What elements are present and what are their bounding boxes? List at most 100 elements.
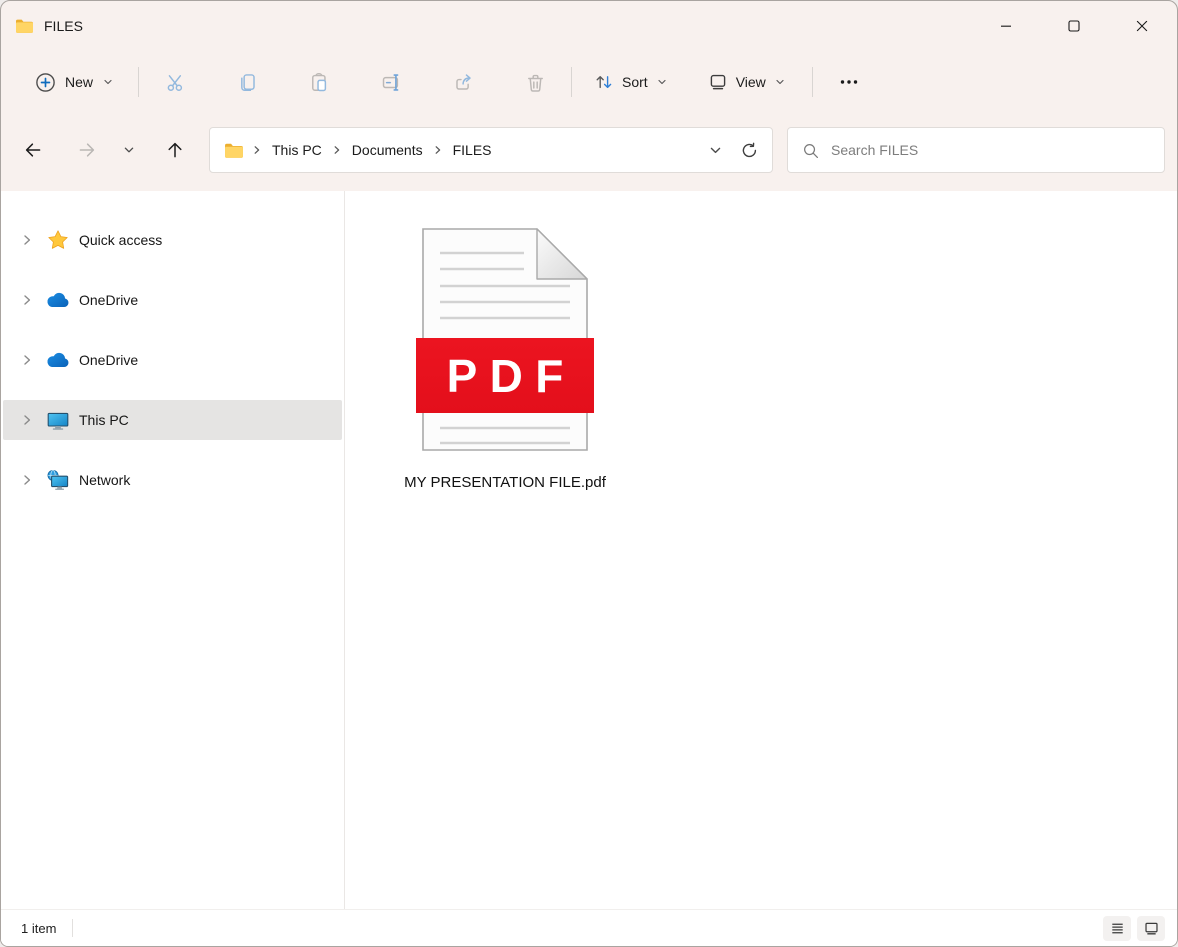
copy-icon — [240, 73, 255, 91]
item-count: 1 item — [21, 920, 57, 936]
thumbnails-view-icon — [1144, 922, 1158, 934]
delete-trash-icon — [527, 74, 543, 92]
address-dropdown-button[interactable] — [698, 133, 732, 167]
close-icon — [1136, 20, 1148, 32]
details-view-button[interactable] — [1103, 915, 1131, 941]
file-name-label: MY PRESENTATION FILE.pdf — [404, 474, 606, 491]
breadcrumb-segment-documents[interactable]: Documents — [350, 138, 425, 162]
sort-button-label: Sort — [622, 74, 648, 90]
close-button[interactable] — [1119, 6, 1165, 46]
view-toggles — [1103, 915, 1165, 941]
file-item-pdf[interactable]: PDF MY PRESENTATION FILE.pdf — [404, 228, 606, 491]
folder-icon — [15, 18, 34, 34]
breadcrumb-segment-files[interactable]: FILES — [451, 138, 494, 162]
view-button-label: View — [735, 74, 766, 90]
forward-button[interactable] — [67, 130, 107, 170]
network-globe-icon — [45, 469, 71, 491]
more-dots-icon — [840, 80, 857, 84]
sidebar-item-label: Quick access — [79, 232, 163, 248]
cut-button[interactable] — [155, 62, 195, 102]
window-title: FILES — [44, 18, 83, 34]
forward-arrow-icon — [79, 143, 95, 157]
sidebar-item-onedrive-2[interactable]: OneDrive — [3, 340, 342, 380]
search-box[interactable] — [787, 127, 1165, 173]
thumbnails-view-button[interactable] — [1137, 915, 1165, 941]
share-icon — [455, 73, 471, 90]
new-button[interactable]: New — [25, 62, 124, 102]
onedrive-cloud-icon — [45, 352, 71, 368]
minimize-button[interactable] — [983, 6, 1029, 46]
up-button[interactable] — [155, 130, 195, 170]
up-arrow-icon — [168, 142, 182, 158]
rename-icon — [382, 73, 398, 91]
minimize-icon — [1001, 25, 1011, 27]
sort-button[interactable]: Sort — [584, 62, 678, 102]
explorer-body: Quick access OneDrive OneDrive This PC N… — [1, 191, 1177, 909]
breadcrumb-segment-this-pc[interactable]: This PC — [270, 138, 324, 162]
address-bar[interactable]: This PC Documents FILES — [209, 127, 773, 173]
file-list-area[interactable]: PDF MY PRESENTATION FILE.pdf — [345, 191, 1177, 909]
pdf-badge: PDF — [416, 338, 594, 413]
sidebar-item-label: This PC — [79, 412, 129, 428]
breadcrumb-chevron-icon — [324, 144, 350, 156]
rename-button[interactable] — [371, 62, 411, 102]
cut-scissors-icon — [167, 74, 182, 91]
chevron-right-icon[interactable] — [17, 353, 37, 367]
chevron-down-icon — [124, 147, 134, 153]
window-controls — [983, 3, 1165, 49]
toolbar-divider — [811, 67, 813, 97]
view-icon — [710, 74, 726, 90]
sidebar-item-this-pc[interactable]: This PC — [3, 400, 342, 440]
search-input[interactable] — [831, 142, 1154, 158]
sort-arrows-icon — [596, 76, 612, 89]
chevron-down-icon — [776, 79, 784, 85]
sidebar-item-onedrive-1[interactable]: OneDrive — [3, 280, 342, 320]
breadcrumb-chevron-icon — [244, 144, 270, 156]
chevron-right-icon[interactable] — [17, 233, 37, 247]
chevron-right-icon[interactable] — [17, 293, 37, 307]
details-view-icon — [1111, 923, 1123, 933]
delete-button[interactable] — [515, 62, 555, 102]
see-more-button[interactable] — [829, 62, 869, 102]
back-arrow-icon — [25, 143, 41, 157]
toolbar-divider — [138, 67, 140, 97]
monitor-icon — [45, 410, 71, 431]
share-button[interactable] — [443, 62, 483, 102]
navigation-bar: This PC Documents FILES — [1, 113, 1177, 191]
breadcrumb-chevron-icon — [425, 144, 451, 156]
sidebar: Quick access OneDrive OneDrive This PC N… — [1, 191, 345, 909]
sidebar-item-label: Network — [79, 472, 131, 488]
onedrive-cloud-icon — [45, 292, 71, 308]
chevron-right-icon[interactable] — [17, 473, 37, 487]
copy-button[interactable] — [227, 62, 267, 102]
view-button[interactable]: View — [698, 62, 796, 102]
refresh-icon — [742, 142, 756, 157]
toolbar-divider — [571, 67, 573, 97]
chevron-down-icon — [710, 147, 720, 153]
maximize-icon — [1068, 20, 1080, 32]
folder-icon — [224, 142, 244, 159]
recent-locations-button[interactable] — [115, 130, 143, 170]
sidebar-item-network[interactable]: Network — [3, 460, 342, 500]
paste-clipboard-icon — [311, 72, 326, 91]
paste-button[interactable] — [299, 62, 339, 102]
pdf-file-icon: PDF — [416, 228, 594, 451]
maximize-button[interactable] — [1051, 6, 1097, 46]
chevron-right-icon[interactable] — [17, 413, 37, 427]
search-icon — [804, 143, 819, 158]
back-button[interactable] — [13, 130, 53, 170]
star-icon — [45, 229, 71, 251]
plus-circle-icon — [36, 72, 55, 92]
chevron-down-icon — [104, 79, 112, 85]
status-bar: 1 item — [1, 909, 1177, 946]
chevron-down-icon — [658, 79, 666, 85]
new-button-label: New — [65, 74, 94, 90]
sidebar-item-label: OneDrive — [79, 352, 139, 368]
toolbar: New Sort View — [1, 51, 1177, 113]
sidebar-item-label: OneDrive — [79, 292, 139, 308]
sidebar-item-quick-access[interactable]: Quick access — [3, 220, 342, 260]
refresh-button[interactable] — [732, 133, 766, 167]
file-explorer-window: FILES New Sort View This PC Documents FI… — [0, 0, 1178, 947]
status-divider — [72, 919, 74, 937]
titlebar: FILES — [1, 1, 1177, 51]
